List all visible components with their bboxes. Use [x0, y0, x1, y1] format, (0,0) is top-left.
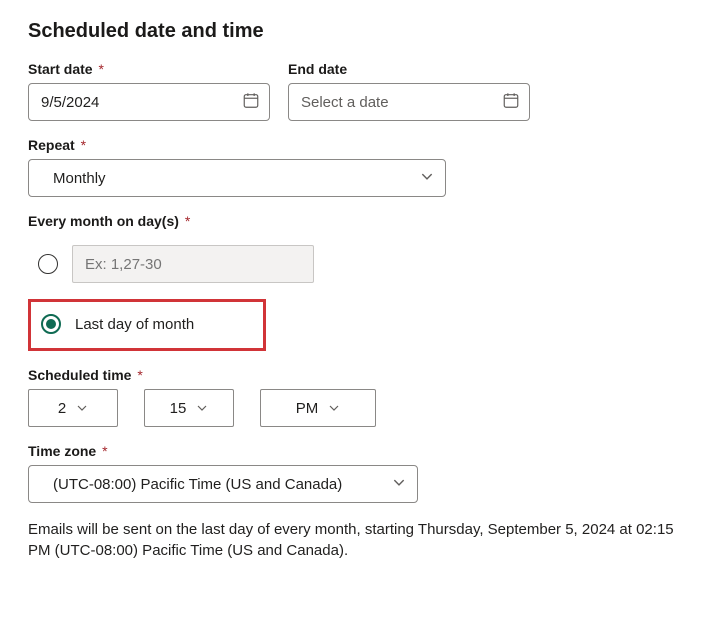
chevron-down-icon [196, 402, 208, 414]
start-date-label-text: Start date [28, 61, 93, 77]
required-asterisk: * [137, 367, 142, 383]
end-date-label: End date [288, 61, 530, 77]
option-last-day[interactable]: Last day of month [28, 299, 266, 351]
end-date-field[interactable] [288, 83, 530, 121]
end-date-input[interactable] [288, 83, 530, 121]
required-asterisk: * [81, 137, 86, 153]
start-date-label: Start date * [28, 61, 270, 77]
section-heading: Scheduled date and time [28, 20, 699, 43]
option-specific-days[interactable] [28, 239, 699, 289]
time-zone-value: (UTC-08:00) Pacific Time (US and Canada) [53, 476, 342, 493]
every-month-label: Every month on day(s) * [28, 213, 699, 229]
time-zone-select[interactable]: (UTC-08:00) Pacific Time (US and Canada) [28, 465, 418, 503]
required-asterisk: * [98, 61, 103, 77]
specific-days-input[interactable] [72, 245, 314, 283]
chevron-down-icon [328, 402, 340, 414]
start-date-field[interactable] [28, 83, 270, 121]
repeat-label-text: Repeat [28, 137, 75, 153]
radio-specific-days[interactable] [38, 254, 58, 274]
hour-value: 2 [58, 400, 66, 417]
time-zone-label-text: Time zone [28, 443, 96, 459]
meridiem-value: PM [296, 400, 319, 417]
scheduled-time-label-text: Scheduled time [28, 367, 131, 383]
start-date-input[interactable] [28, 83, 270, 121]
required-asterisk: * [185, 213, 190, 229]
radio-last-day[interactable] [41, 314, 61, 334]
minute-value: 15 [170, 400, 187, 417]
schedule-summary: Emails will be sent on the last day of e… [28, 519, 699, 561]
chevron-down-icon [420, 170, 434, 187]
repeat-label: Repeat * [28, 137, 699, 153]
time-zone-label: Time zone * [28, 443, 699, 459]
repeat-select[interactable]: Monthly [28, 159, 446, 197]
chevron-down-icon [392, 476, 406, 493]
repeat-selected-value: Monthly [53, 170, 106, 187]
scheduled-time-label: Scheduled time * [28, 367, 699, 383]
meridiem-select[interactable]: PM [260, 389, 376, 427]
chevron-down-icon [76, 402, 88, 414]
radio-last-day-label: Last day of month [75, 316, 194, 333]
minute-select[interactable]: 15 [144, 389, 234, 427]
hour-select[interactable]: 2 [28, 389, 118, 427]
end-date-label-text: End date [288, 61, 347, 77]
required-asterisk: * [102, 443, 107, 459]
every-month-label-text: Every month on day(s) [28, 213, 179, 229]
